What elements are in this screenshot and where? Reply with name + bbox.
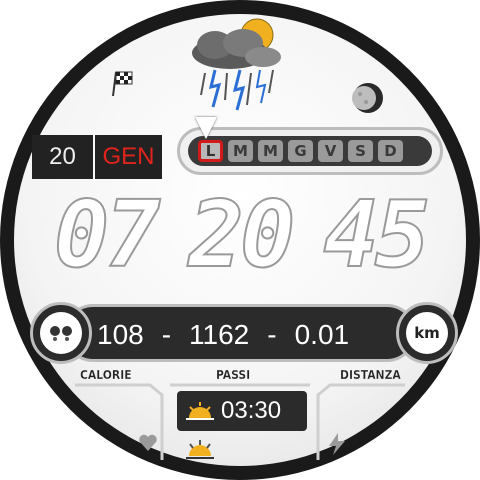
stats-separator: - [267,319,277,350]
distance-value: 0.01 [294,319,350,350]
lightning-icon[interactable] [326,432,348,456]
footprints-button[interactable] [30,302,92,364]
steps-label: PASSI [216,368,251,382]
sunrise-panel[interactable]: 03:30 [177,391,307,431]
watch-face: 20 GEN L M M G V S D 07 20 45 108 - 1162… [0,0,480,480]
calories-label: CALORIE [80,368,132,382]
stats-track[interactable]: 108 - 1162 - 0.01 [64,304,416,362]
footprints-icon [40,312,82,354]
sunrise-time: 03:30 [221,397,282,424]
steps-value: 1162 [189,319,250,350]
sunset-icon[interactable] [185,438,215,462]
heart-icon[interactable] [138,434,158,452]
km-icon: km [406,312,448,354]
stats-separator: - [161,319,172,350]
distance-label: DISTANZA [340,368,401,382]
sunrise-icon [186,402,214,420]
distance-unit-button[interactable]: km [396,302,458,364]
calories-value: 108 [97,319,144,350]
stats-bar: 108 - 1162 - 0.01 km [30,302,458,364]
stats-values: 108 - 1162 - 0.01 [97,319,413,351]
